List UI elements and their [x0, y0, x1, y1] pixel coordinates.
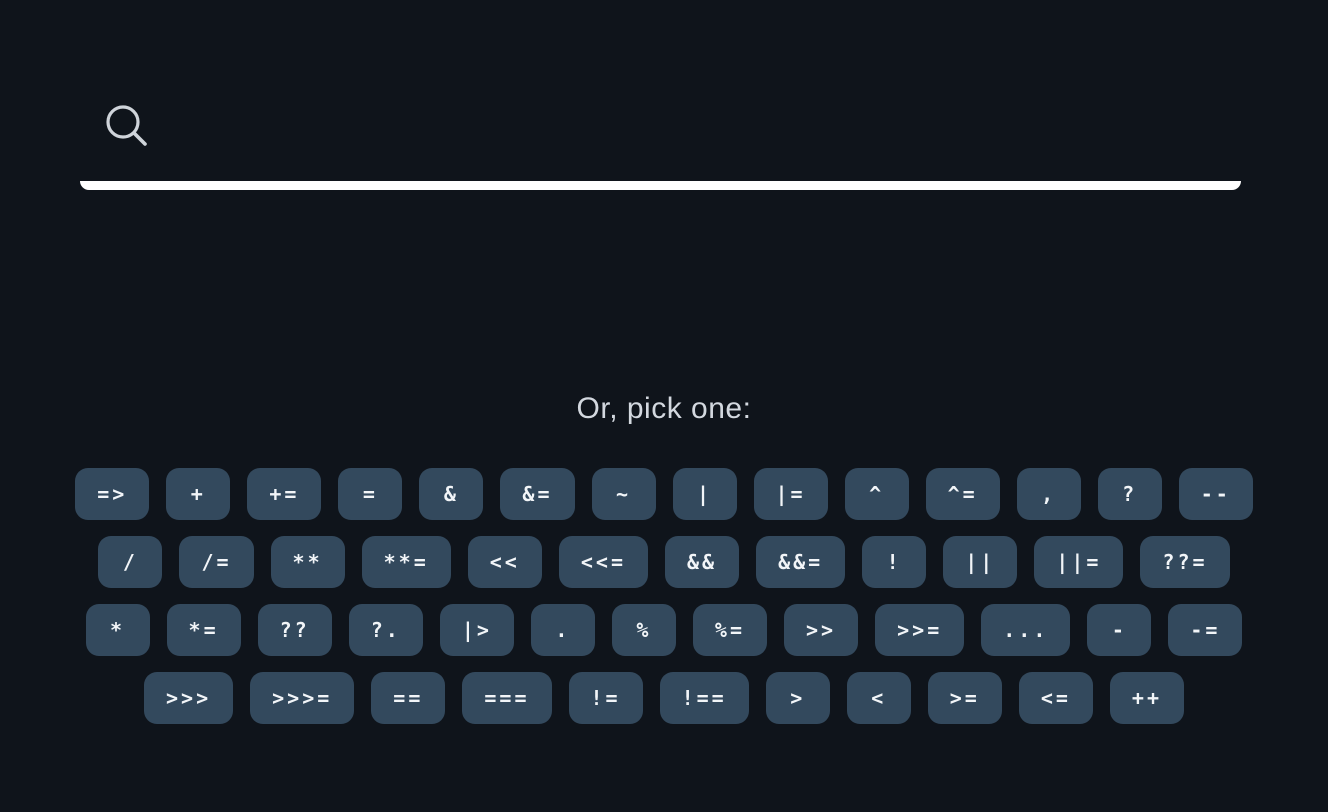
operator-key-button[interactable]: & [419, 468, 484, 520]
operator-key-button[interactable]: !== [659, 672, 749, 724]
operator-row-2: / /= ** **= << <<= && &&=! || ||= ??= [0, 536, 1328, 588]
operator-row-1: => + += = & &= ~ | |= ^ ^=,? -- [0, 468, 1328, 520]
operator-key-button[interactable]: + [166, 468, 231, 520]
operator-key-button[interactable]: != [568, 672, 643, 724]
search-bar [80, 70, 1241, 190]
operator-key-button[interactable]: <= [1018, 672, 1093, 724]
operator-key-button[interactable]: >> [784, 604, 859, 656]
operator-key-button[interactable]: %= [692, 604, 768, 656]
operator-key-button[interactable]: . [530, 604, 595, 656]
operator-key-button[interactable]: = [338, 468, 403, 520]
operator-key-button[interactable]: && [664, 536, 740, 588]
operator-key-button[interactable]: ... [981, 604, 1071, 656]
operator-key-button[interactable]: ||= [1034, 536, 1124, 588]
operator-key-button[interactable]: &&= [756, 536, 846, 588]
operator-key-button[interactable]: **= [361, 536, 451, 588]
operator-key-button[interactable]: || [943, 536, 1018, 588]
operator-key-button[interactable]: ??= [1140, 536, 1230, 588]
operator-key-button[interactable]: < [846, 672, 911, 724]
operator-key-button[interactable]: *= [166, 604, 241, 656]
operator-row-3: * *=???. |>.% %= >> >>=... - -= [0, 604, 1328, 656]
operator-key-button[interactable]: << [467, 536, 542, 588]
operator-key-button[interactable]: ?. [348, 604, 423, 656]
search-icon [104, 103, 148, 147]
operator-key-button[interactable]: -= [1168, 604, 1243, 656]
operator-key-button[interactable]: / [98, 536, 163, 588]
operator-key-button[interactable]: > [765, 672, 830, 724]
operator-key-button[interactable]: === [462, 672, 552, 724]
pick-one-prompt: Or, pick one: [576, 392, 752, 425]
operator-key-button[interactable]: /= [179, 536, 254, 588]
operator-key-button[interactable]: - [1087, 604, 1152, 656]
operator-key-button[interactable]: | [672, 468, 737, 520]
operator-key-button[interactable]: >>> [143, 672, 234, 724]
operator-key-button[interactable]: ! [862, 536, 927, 588]
operator-key-button[interactable]: += [247, 468, 322, 520]
operator-key-button[interactable]: -- [1178, 468, 1253, 520]
operator-key-button[interactable]: ^ [844, 468, 909, 520]
operator-key-button[interactable]: % [611, 604, 676, 656]
operator-key-button[interactable]: &= [500, 468, 575, 520]
operator-key-button[interactable]: |= [753, 468, 828, 520]
operator-key-button[interactable]: ~ [591, 468, 656, 520]
operator-key-button[interactable]: <<= [558, 536, 648, 588]
operator-key-button[interactable]: => [75, 468, 150, 520]
operator-key-button[interactable]: ** [270, 536, 345, 588]
search-input[interactable] [170, 100, 1214, 152]
operator-key-button[interactable]: ?? [257, 604, 332, 656]
search-underline [80, 181, 1241, 190]
operator-key-button[interactable]: >>>= [250, 672, 355, 724]
operator-key-button[interactable]: |> [439, 604, 514, 656]
operator-key-button[interactable]: >= [927, 672, 1002, 724]
operator-key-button[interactable]: ? [1097, 468, 1162, 520]
operator-key-button[interactable]: * [85, 604, 150, 656]
operator-key-button[interactable]: >>= [875, 604, 965, 656]
operator-key-button[interactable]: ++ [1109, 672, 1184, 724]
operator-key-button[interactable]: ^= [925, 468, 1000, 520]
operator-key-button[interactable]: , [1016, 468, 1081, 520]
operator-key-button[interactable]: == [371, 672, 446, 724]
operator-row-4: >>> >>>= == === != !== > < >= <= ++ [0, 672, 1328, 724]
